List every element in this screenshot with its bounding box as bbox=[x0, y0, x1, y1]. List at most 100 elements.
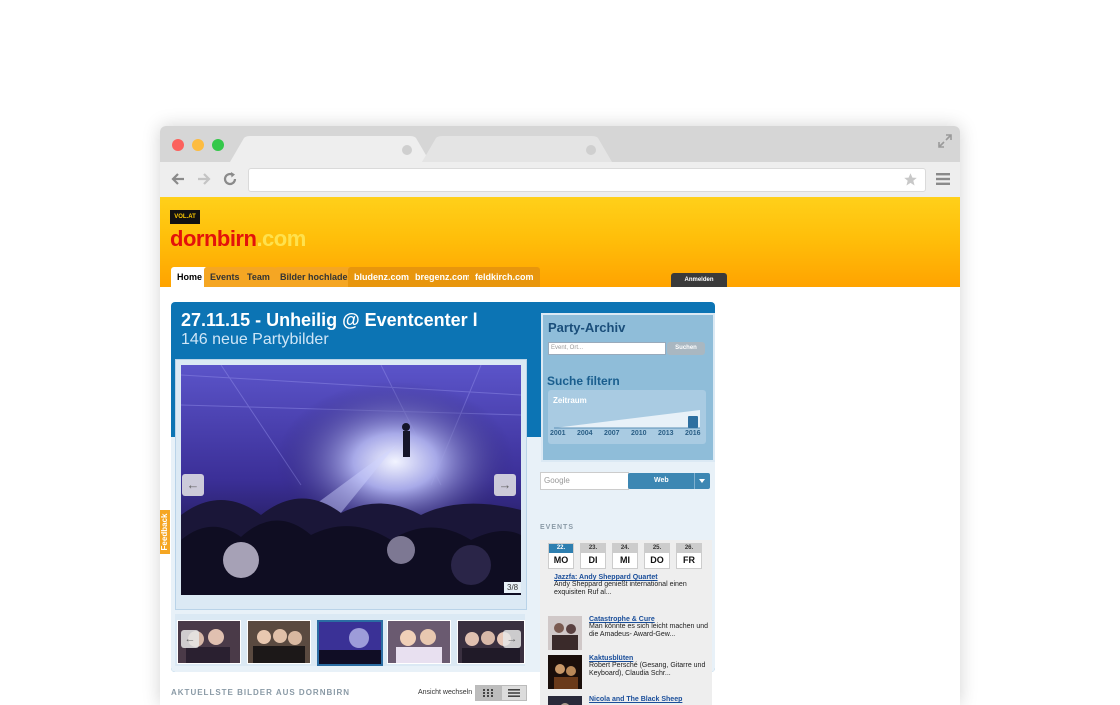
event-link[interactable]: Nicola and The Black Sheep bbox=[589, 696, 709, 703]
nav-tab-upload[interactable]: Bilder hochladen bbox=[274, 267, 360, 287]
main-photo[interactable] bbox=[181, 365, 521, 595]
nav-tab-bludenz[interactable]: bludenz.com bbox=[348, 267, 416, 287]
minimize-window-icon[interactable] bbox=[192, 139, 204, 151]
google-search-input[interactable]: Google bbox=[540, 472, 629, 490]
tab-close-icon[interactable] bbox=[586, 145, 596, 155]
web-search-button[interactable]: Web bbox=[628, 473, 710, 489]
feedback-tab[interactable]: Feedback bbox=[160, 510, 170, 554]
range-slider-track[interactable] bbox=[554, 408, 700, 430]
web-button-label: Web bbox=[654, 477, 669, 484]
event-thumbnail[interactable] bbox=[548, 655, 582, 689]
event-description: Andy Sheppard genießt international eine… bbox=[554, 581, 687, 596]
forward-icon[interactable] bbox=[196, 171, 212, 187]
event-item: Catastrophe & Cure Man könnte es sich le… bbox=[589, 616, 709, 639]
web-page: VOL.AT dornbirn.com Home Events Team Bil… bbox=[160, 197, 960, 705]
archive-search-button[interactable]: Suchen bbox=[667, 342, 705, 355]
browser-window: VOL.AT dornbirn.com Home Events Team Bil… bbox=[160, 126, 960, 705]
photo-counter: 3/8 bbox=[504, 582, 522, 593]
day-number: 22. bbox=[549, 544, 573, 553]
day-name: MO bbox=[553, 555, 569, 565]
nav-tab-events[interactable]: Events bbox=[204, 267, 246, 287]
triangle-down-icon[interactable] bbox=[699, 479, 705, 483]
thumb-prev-icon[interactable]: ← bbox=[181, 630, 199, 648]
day-selector-mi[interactable]: 24. MI bbox=[612, 543, 638, 569]
party-archive-panel: Party-Archiv Event, Ort... Suchen Suche … bbox=[541, 313, 715, 462]
event-link[interactable]: Catastrophe & Cure bbox=[589, 616, 709, 623]
filter-title: Suche filtern bbox=[547, 374, 620, 388]
event-item: Jazzfa: Andy Sheppard Quartet Andy Shepp… bbox=[554, 574, 706, 597]
event-link[interactable]: Kaktusblüten bbox=[589, 655, 709, 662]
day-name: DO bbox=[650, 555, 664, 565]
year-label: 2004 bbox=[577, 430, 593, 437]
button-divider bbox=[694, 473, 695, 489]
arrow-left-icon[interactable]: ← bbox=[182, 474, 204, 496]
range-years: 2001 2004 2007 2010 2013 2016 bbox=[550, 430, 708, 440]
event-description: Man könnte es sich leicht machen und die… bbox=[589, 623, 709, 638]
thumbnail[interactable] bbox=[387, 620, 451, 664]
day-number: 25. bbox=[645, 544, 669, 553]
day-selector-fr[interactable]: 26. FR bbox=[676, 543, 702, 569]
nav-tab-home[interactable]: Home bbox=[171, 267, 209, 287]
events-heading: EVENTS bbox=[540, 524, 575, 531]
archive-search-input[interactable]: Event, Ort... bbox=[548, 342, 666, 355]
year-label: 2001 bbox=[550, 430, 566, 437]
back-icon[interactable] bbox=[170, 171, 186, 187]
browser-toolbar bbox=[160, 162, 960, 198]
thumbnail-strip: ← → bbox=[175, 614, 525, 666]
grid-view-icon[interactable] bbox=[475, 685, 501, 701]
event-thumbnail[interactable] bbox=[548, 696, 582, 705]
site-header: VOL.AT dornbirn.com Home Events Team Bil… bbox=[160, 197, 960, 287]
feedback-label: Feedback bbox=[160, 513, 169, 551]
bookmark-star-icon[interactable] bbox=[903, 172, 918, 187]
day-number: 23. bbox=[581, 544, 605, 553]
event-title[interactable]: 27.11.15 - Unheilig @ Eventcenter l bbox=[181, 310, 478, 331]
event-subtitle: 146 neue Partybilder bbox=[181, 331, 329, 348]
day-selector-mo[interactable]: 22. MO bbox=[548, 543, 574, 569]
maximize-window-icon[interactable] bbox=[212, 139, 224, 151]
event-item: Kaktusblüten Robert Persché (Gesang, Git… bbox=[589, 655, 709, 678]
event-item: Nicola and The Black Sheep bbox=[589, 696, 709, 703]
vol-badge[interactable]: VOL.AT bbox=[170, 210, 200, 224]
events-panel: 22. MO 23. DI 24. MI 25. DO 26. FR Jazzf… bbox=[540, 540, 712, 705]
event-link[interactable]: Jazzfa: Andy Sheppard Quartet bbox=[554, 574, 706, 581]
day-number: 24. bbox=[613, 544, 637, 553]
event-description: Robert Persché (Gesang, Gitarre und Keyb… bbox=[589, 662, 706, 677]
day-name: FR bbox=[683, 555, 695, 565]
menu-icon[interactable] bbox=[936, 172, 950, 186]
range-label: Zeitraum bbox=[553, 396, 587, 405]
day-selector-do[interactable]: 25. DO bbox=[644, 543, 670, 569]
address-bar[interactable] bbox=[248, 168, 926, 192]
view-switch-label: Ansicht wechseln bbox=[418, 689, 473, 696]
logo-main: dornbirn bbox=[170, 226, 257, 251]
archive-title: Party-Archiv bbox=[548, 320, 626, 335]
nav-tab-feldkirch[interactable]: feldkirch.com bbox=[469, 267, 540, 287]
day-name: MI bbox=[620, 555, 630, 565]
site-logo[interactable]: dornbirn.com bbox=[170, 226, 306, 252]
range-slider-handle bbox=[688, 416, 698, 428]
year-label: 2013 bbox=[658, 430, 674, 437]
thumbnail-selected[interactable] bbox=[317, 620, 383, 666]
latest-pictures-heading: AKTUELLSTE BILDER AUS DORNBIRN bbox=[171, 688, 351, 697]
thumb-next-icon[interactable]: → bbox=[503, 630, 521, 648]
nav-tab-team[interactable]: Team bbox=[241, 267, 276, 287]
arrow-right-icon[interactable]: → bbox=[494, 474, 516, 496]
logo-tld: .com bbox=[256, 226, 306, 251]
browser-tab[interactable] bbox=[422, 136, 612, 162]
browser-tab-bar bbox=[160, 126, 960, 162]
fullscreen-icon[interactable] bbox=[938, 134, 952, 148]
day-selector-di[interactable]: 23. DI bbox=[580, 543, 606, 569]
thumbnail[interactable] bbox=[247, 620, 311, 664]
day-name: DI bbox=[588, 555, 598, 565]
close-window-icon[interactable] bbox=[172, 139, 184, 151]
login-button[interactable]: Anmelden bbox=[671, 273, 727, 287]
year-label: 2007 bbox=[604, 430, 620, 437]
nav-tab-bregenz[interactable]: bregenz.com bbox=[409, 267, 477, 287]
day-number: 26. bbox=[677, 544, 701, 553]
event-thumbnail[interactable] bbox=[548, 616, 582, 650]
year-label: 2010 bbox=[631, 430, 647, 437]
tab-close-icon[interactable] bbox=[402, 145, 412, 155]
reload-icon[interactable] bbox=[222, 171, 238, 187]
main-photo-frame: 3/8 ← → bbox=[175, 359, 527, 610]
browser-tab-active[interactable] bbox=[230, 136, 430, 162]
list-view-icon[interactable] bbox=[501, 685, 527, 701]
